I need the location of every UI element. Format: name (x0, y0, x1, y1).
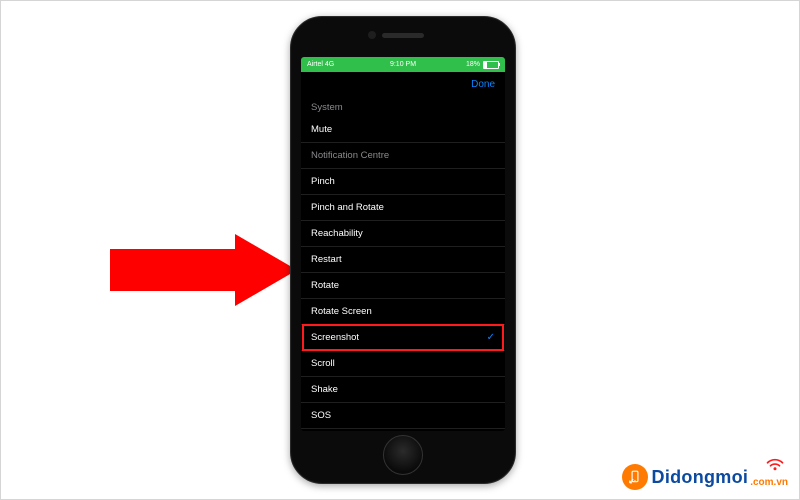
phone-camera-dot (368, 31, 376, 39)
row-sos[interactable]: SOS (301, 403, 505, 429)
row-notification-centre[interactable]: Notification Centre (301, 143, 505, 169)
row-rotate[interactable]: Rotate (301, 273, 505, 299)
row-restart[interactable]: Restart (301, 247, 505, 273)
battery-icon (483, 61, 499, 69)
row-label: SOS (311, 410, 331, 421)
nav-bar: Done (301, 72, 505, 96)
phone-screen: Airtel 4G 9:10 PM 18% Done System Mute N… (301, 57, 505, 431)
status-time: 9:10 PM (390, 61, 416, 68)
row-label: Reachability (311, 228, 363, 239)
row-shake[interactable]: Shake (301, 377, 505, 403)
row-label: Scroll (311, 358, 335, 369)
settings-list: System Mute Notification Centre Pinch Pi… (301, 96, 505, 431)
row-label: Shake (311, 384, 338, 395)
done-button[interactable]: Done (471, 79, 495, 90)
row-scroll[interactable]: Scroll (301, 351, 505, 377)
row-spotlight[interactable]: Spotlight (301, 429, 505, 431)
phone-speaker (382, 33, 424, 38)
section-system: System (301, 96, 505, 117)
watermark-brand: Didongmoi (652, 467, 749, 488)
status-carrier: Airtel 4G (307, 61, 334, 68)
row-label: Notification Centre (311, 150, 389, 161)
row-pinch[interactable]: Pinch (301, 169, 505, 195)
watermark: Didongmoi .com.vn (622, 464, 788, 490)
row-label: Mute (311, 124, 332, 135)
row-reachability[interactable]: Reachability (301, 221, 505, 247)
row-pinch-rotate[interactable]: Pinch and Rotate (301, 195, 505, 221)
row-label: Screenshot (311, 332, 359, 343)
row-rotate-screen[interactable]: Rotate Screen (301, 299, 505, 325)
wifi-icon (766, 458, 784, 477)
phone-frame: Airtel 4G 9:10 PM 18% Done System Mute N… (290, 16, 516, 484)
status-battery-pct: 18% (466, 61, 480, 68)
row-mute[interactable]: Mute (301, 117, 505, 143)
row-label: Rotate Screen (311, 306, 372, 317)
phone-pointer-icon (622, 464, 648, 490)
row-label: Rotate (311, 280, 339, 291)
home-button[interactable] (383, 435, 423, 475)
watermark-suffix: .com.vn (750, 477, 788, 488)
row-label: Pinch (311, 176, 335, 187)
checkmark-icon: ✓ (487, 332, 495, 343)
status-bar: Airtel 4G 9:10 PM 18% (301, 57, 505, 72)
row-label: Pinch and Rotate (311, 202, 384, 213)
row-label: Restart (311, 254, 342, 265)
row-screenshot[interactable]: Screenshot ✓ (301, 325, 505, 351)
